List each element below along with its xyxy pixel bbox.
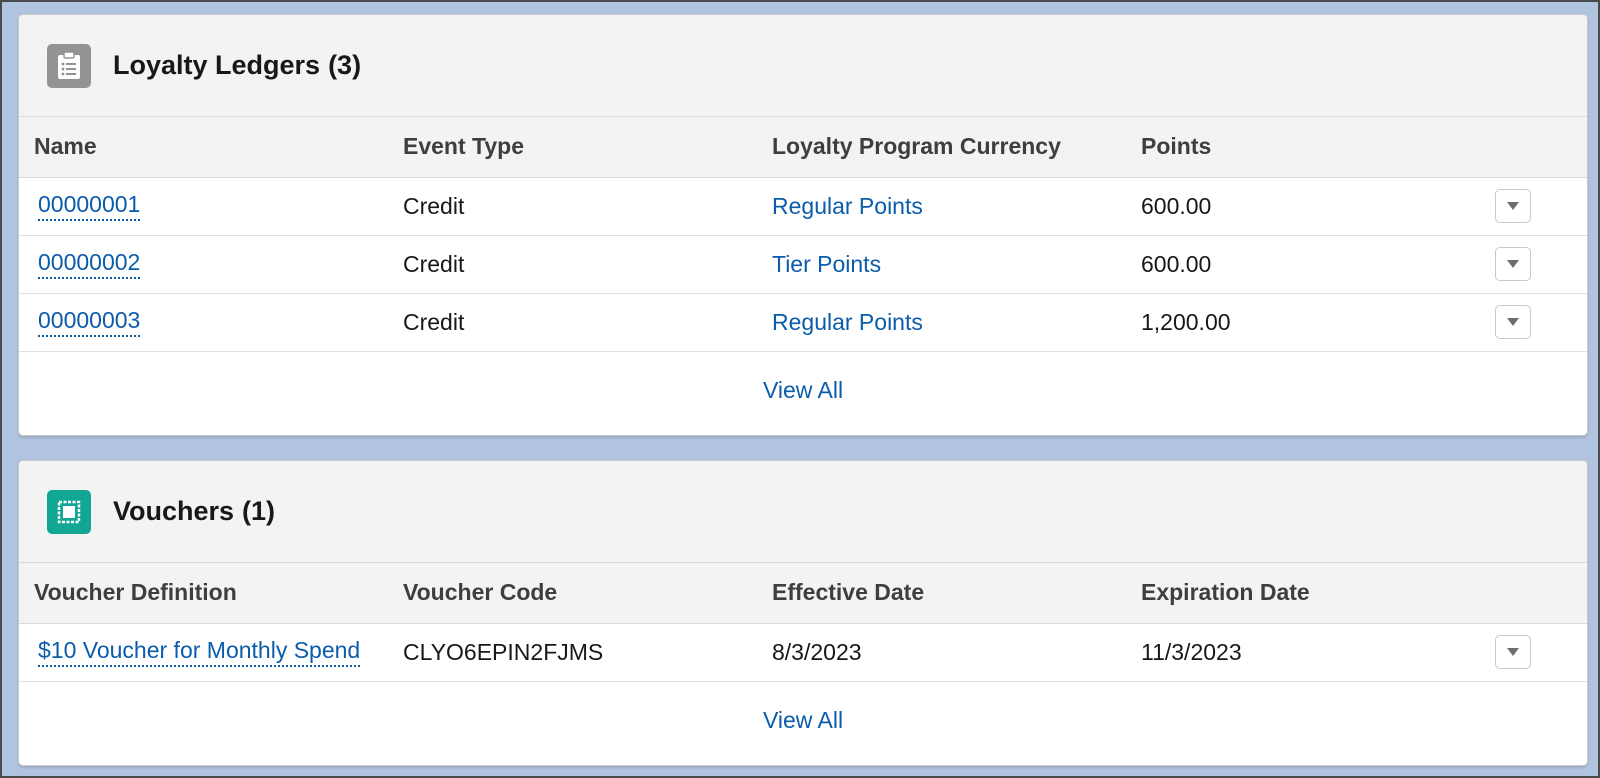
row-actions-button[interactable] xyxy=(1495,305,1531,339)
column-header-expiration-date[interactable]: Expiration Date xyxy=(1126,563,1495,624)
chevron-down-icon xyxy=(1507,648,1519,656)
loyalty-ledgers-title[interactable]: Loyalty Ledgers (3) xyxy=(113,50,361,81)
voucher-expiration-date: 11/3/2023 xyxy=(1126,623,1495,682)
voucher-code: CLYO6EPIN2FJMS xyxy=(388,623,757,682)
column-header-actions xyxy=(1495,117,1587,178)
ledger-currency-link[interactable]: Tier Points xyxy=(772,251,881,277)
table-row: $10 Voucher for Monthly Spend CLYO6EPIN2… xyxy=(19,623,1587,682)
row-actions-button[interactable] xyxy=(1495,635,1531,669)
loyalty-ledgers-footer: View All xyxy=(19,352,1587,430)
table-row: 00000001 Credit Regular Points 600.00 xyxy=(19,177,1587,236)
ledger-name-link[interactable]: 00000001 xyxy=(38,191,141,221)
loyalty-ledgers-header: Loyalty Ledgers (3) xyxy=(19,15,1587,117)
column-header-event-type[interactable]: Event Type xyxy=(388,117,757,178)
column-header-voucher-definition[interactable]: Voucher Definition xyxy=(19,563,388,624)
vouchers-header: Vouchers (1) xyxy=(19,461,1587,563)
ledgers-view-all-link[interactable]: View All xyxy=(763,377,843,404)
voucher-effective-date: 8/3/2023 xyxy=(757,623,1126,682)
loyalty-ledgers-table: Name Event Type Loyalty Program Currency… xyxy=(19,117,1587,352)
ledger-points: 600.00 xyxy=(1126,177,1495,236)
ledger-points: 600.00 xyxy=(1126,235,1495,294)
column-header-points[interactable]: Points xyxy=(1126,117,1495,178)
vouchers-title[interactable]: Vouchers (1) xyxy=(113,496,275,527)
ledger-points: 1,200.00 xyxy=(1126,293,1495,352)
vouchers-table: Voucher Definition Voucher Code Effectiv… xyxy=(19,563,1587,682)
ledger-event-type: Credit xyxy=(388,177,757,236)
ledger-name-link[interactable]: 00000003 xyxy=(38,307,141,337)
column-header-name[interactable]: Name xyxy=(19,117,388,178)
row-actions-button[interactable] xyxy=(1495,247,1531,281)
chevron-down-icon xyxy=(1507,318,1519,326)
vouchers-card: Vouchers (1) Voucher Definition Voucher … xyxy=(18,460,1588,766)
table-row: 00000002 Credit Tier Points 600.00 xyxy=(19,235,1587,294)
column-header-effective-date[interactable]: Effective Date xyxy=(757,563,1126,624)
ledger-event-type: Credit xyxy=(388,293,757,352)
column-header-voucher-code[interactable]: Voucher Code xyxy=(388,563,757,624)
table-header-row: Name Event Type Loyalty Program Currency… xyxy=(19,117,1587,178)
ledger-currency-link[interactable]: Regular Points xyxy=(772,309,923,335)
vouchers-footer: View All xyxy=(19,682,1587,760)
vouchers-title-text: Vouchers xyxy=(113,496,235,526)
voucher-definition-link[interactable]: $10 Voucher for Monthly Spend xyxy=(38,637,361,667)
ledger-event-type: Credit xyxy=(388,235,757,294)
clipboard-list-icon xyxy=(47,43,91,88)
chevron-down-icon xyxy=(1507,260,1519,268)
chevron-down-icon xyxy=(1507,202,1519,210)
table-row: 00000003 Credit Regular Points 1,200.00 xyxy=(19,293,1587,352)
loyalty-ledgers-count: (3) xyxy=(328,50,362,80)
ledger-currency-link[interactable]: Regular Points xyxy=(772,193,923,219)
vouchers-count: (1) xyxy=(242,496,276,526)
vouchers-view-all-link[interactable]: View All xyxy=(763,707,843,734)
table-header-row: Voucher Definition Voucher Code Effectiv… xyxy=(19,563,1587,624)
column-header-currency[interactable]: Loyalty Program Currency xyxy=(757,117,1126,178)
loyalty-ledgers-card: Loyalty Ledgers (3) Name Event Type Loya… xyxy=(18,14,1588,436)
loyalty-ledgers-title-text: Loyalty Ledgers xyxy=(113,50,321,80)
voucher-icon xyxy=(47,489,91,534)
page-frame: Loyalty Ledgers (3) Name Event Type Loya… xyxy=(0,0,1600,778)
ledger-name-link[interactable]: 00000002 xyxy=(38,249,141,279)
row-actions-button[interactable] xyxy=(1495,189,1531,223)
column-header-actions xyxy=(1495,563,1587,624)
